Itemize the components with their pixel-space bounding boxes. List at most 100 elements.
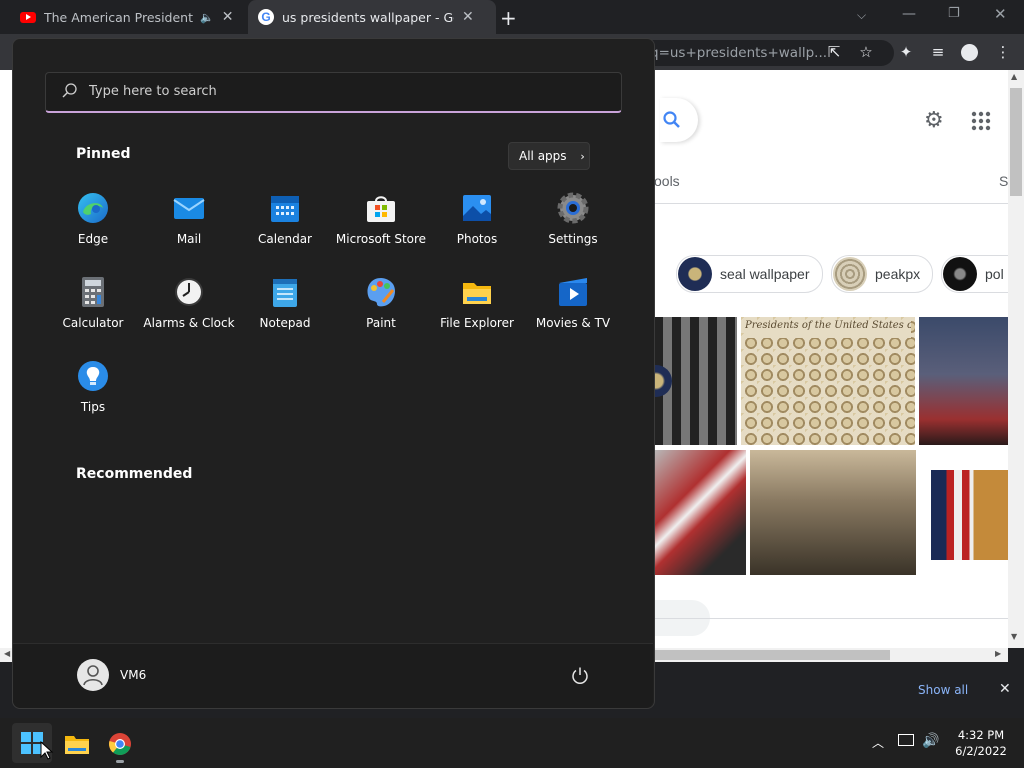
running-indicator xyxy=(116,760,124,763)
scroll-down-icon[interactable]: ▼ xyxy=(1011,632,1017,641)
minimize-button[interactable]: — xyxy=(902,6,916,22)
chevron-right-icon: › xyxy=(580,150,585,163)
image-caption: Presidents of the United States of A xyxy=(745,320,911,338)
clock-time[interactable]: 4:32 PM xyxy=(950,728,1012,742)
app-label: Mail xyxy=(176,232,202,246)
close-icon[interactable]: ✕ xyxy=(462,9,474,25)
scroll-right-icon[interactable]: ▶ xyxy=(995,649,1001,658)
bookmark-star-icon[interactable]: ☆ xyxy=(856,43,876,61)
mouse-cursor-icon xyxy=(40,741,54,760)
image-result-presidents-group[interactable] xyxy=(750,450,916,575)
app-label: Alarms & Clock xyxy=(143,316,235,330)
chrome-icon xyxy=(109,733,131,755)
chip-label: seal wallpaper xyxy=(720,266,810,282)
search-icon[interactable] xyxy=(662,110,682,130)
profile-icon[interactable] xyxy=(961,44,978,61)
scroll-up-icon[interactable]: ▲ xyxy=(1011,72,1017,81)
pinned-app-movies-tv[interactable]: Movies & TV xyxy=(525,268,621,340)
pinned-app-notepad[interactable]: Notepad xyxy=(237,268,333,340)
calculator-icon xyxy=(82,277,104,307)
all-apps-label: All apps xyxy=(519,149,567,163)
pinned-heading: Pinned xyxy=(76,146,131,162)
folder-icon xyxy=(463,283,491,304)
app-label: Photos xyxy=(456,232,498,246)
tab-title: us presidents wallpaper - Google xyxy=(282,9,454,25)
taskbar xyxy=(0,718,1024,768)
settings-gear-icon[interactable]: ⚙ xyxy=(924,108,944,133)
image-result-flag-scene[interactable] xyxy=(919,317,1008,445)
search-icon xyxy=(62,83,77,98)
image-result-flag-woman[interactable] xyxy=(654,450,746,575)
pinned-app-photos[interactable]: Photos xyxy=(429,184,525,256)
close-download-bar-icon[interactable]: ✕ xyxy=(999,681,1011,697)
photos-icon xyxy=(463,195,491,221)
all-apps-button[interactable]: All apps › xyxy=(508,142,590,170)
chip-seal-wallpaper[interactable]: seal wallpaper xyxy=(676,255,823,293)
pinned-app-microsoft-store[interactable]: Microsoft Store xyxy=(333,184,429,256)
tools-tab[interactable]: ools xyxy=(654,173,680,189)
chip-label: peakpx xyxy=(875,266,921,282)
divider xyxy=(654,203,1008,204)
close-icon[interactable]: ✕ xyxy=(222,9,234,25)
tab-google[interactable]: G us presidents wallpaper - Google ✕ xyxy=(248,0,496,34)
restore-button[interactable]: ❐ xyxy=(948,6,960,21)
clock-date[interactable]: 6/2/2022 xyxy=(950,744,1012,758)
pinned-app-edge[interactable]: Edge xyxy=(45,184,141,256)
chip-peakpx[interactable]: peakpx xyxy=(831,255,934,293)
media-control-icon[interactable]: ≡ xyxy=(928,43,948,61)
app-label: Paint xyxy=(366,316,396,330)
tab-youtube[interactable]: The American Presidential El 🔈 ✕ xyxy=(8,0,256,34)
app-label: Microsoft Store xyxy=(335,232,427,246)
speaker-icon[interactable]: 🔈 xyxy=(200,11,214,24)
network-icon[interactable] xyxy=(898,734,914,746)
horizontal-scroll-thumb[interactable] xyxy=(640,650,890,660)
user-icon xyxy=(83,665,103,686)
speaker-icon[interactable]: 🔊 xyxy=(922,733,939,749)
user-bar xyxy=(13,643,653,708)
image-result-presidents-grid[interactable] xyxy=(654,317,737,445)
clock-icon xyxy=(175,278,203,306)
app-label: Calculator xyxy=(62,316,124,330)
file-explorer-taskbar-icon[interactable] xyxy=(64,733,90,755)
store-icon xyxy=(367,196,395,222)
vertical-scroll-thumb[interactable] xyxy=(1010,88,1022,196)
share-icon[interactable]: ⇱ xyxy=(824,43,844,61)
safesearch-tab[interactable]: S xyxy=(999,173,1008,189)
pinned-app-calendar[interactable]: Calendar xyxy=(237,184,333,256)
image-result-lion[interactable] xyxy=(931,470,1008,560)
user-name[interactable]: VM6 xyxy=(120,668,146,682)
pinned-app-file-explorer[interactable]: File Explorer xyxy=(429,268,525,340)
chrome-taskbar-icon[interactable] xyxy=(108,732,132,756)
menu-icon[interactable]: ⋮ xyxy=(993,43,1013,61)
image-result-presidents-chart[interactable]: Presidents of the United States of A xyxy=(741,317,915,445)
youtube-icon xyxy=(20,11,36,23)
seal-thumbnail xyxy=(678,257,712,291)
pinned-app-tips[interactable]: Tips xyxy=(45,352,141,424)
search-placeholder: Type here to search xyxy=(89,84,217,99)
show-all-button[interactable]: Show all xyxy=(918,683,968,697)
pinned-app-alarms-clock[interactable]: Alarms & Clock xyxy=(141,268,237,340)
close-window-button[interactable]: ✕ xyxy=(994,5,1007,23)
apps-grid-icon[interactable] xyxy=(971,111,991,131)
app-label: Movies & TV xyxy=(535,316,611,330)
pinned-app-settings[interactable]: Settings xyxy=(525,184,621,256)
new-tab-button[interactable]: + xyxy=(500,6,517,30)
avatar[interactable] xyxy=(77,659,109,691)
scroll-left-icon[interactable]: ◀ xyxy=(4,649,10,658)
extensions-icon[interactable]: ✦ xyxy=(896,43,916,61)
tab-search-icon[interactable]: ⌵ xyxy=(857,8,866,23)
pinned-app-calculator[interactable]: Calculator xyxy=(45,268,141,340)
pinned-app-paint[interactable]: Paint xyxy=(333,268,429,340)
pinned-app-mail[interactable]: Mail xyxy=(141,184,237,256)
app-label: Calendar xyxy=(258,232,312,246)
app-label: File Explorer xyxy=(440,316,514,330)
recommended-heading: Recommended xyxy=(76,466,193,482)
edge-icon xyxy=(78,193,108,223)
app-label: Settings xyxy=(548,232,598,246)
tips-icon xyxy=(78,361,108,391)
power-icon[interactable] xyxy=(571,666,589,684)
pol-thumbnail xyxy=(943,257,977,291)
google-icon: G xyxy=(258,9,274,25)
chevron-up-icon[interactable]: ︿ xyxy=(872,734,884,751)
app-label: Edge xyxy=(77,232,109,246)
